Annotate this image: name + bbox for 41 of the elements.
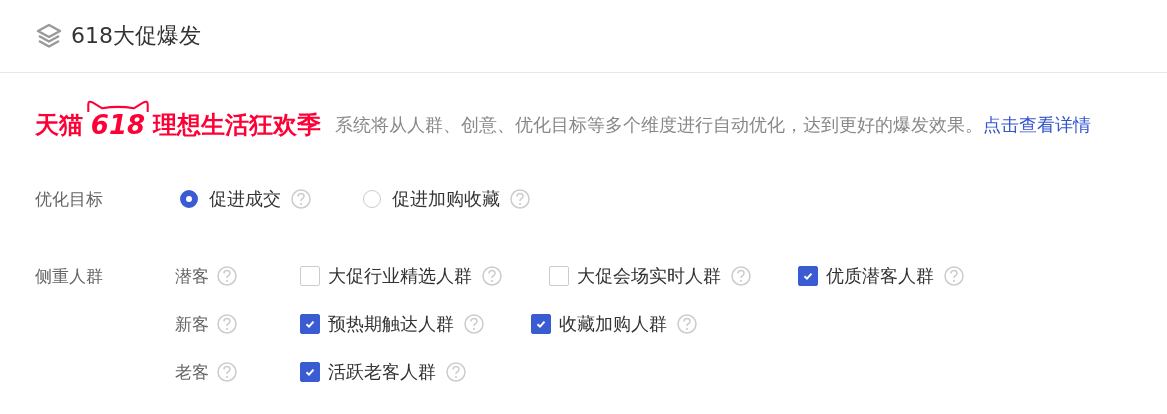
- help-icon[interactable]: [731, 266, 751, 286]
- page-title: 618大促爆发: [71, 22, 201, 50]
- radio-button[interactable]: [180, 190, 198, 208]
- help-icon[interactable]: [482, 266, 502, 286]
- check-icon: [535, 318, 547, 330]
- cat-head-outline-icon: [85, 99, 151, 112]
- checkbox[interactable]: [300, 362, 320, 382]
- checkbox[interactable]: [531, 314, 551, 334]
- option-label[interactable]: 促进成交: [209, 187, 281, 211]
- option-label[interactable]: 优质潜客人群: [826, 264, 934, 288]
- check-icon: [304, 318, 316, 330]
- help-icon[interactable]: [464, 314, 484, 334]
- layers-icon: [35, 22, 63, 50]
- option-label[interactable]: 收藏加购人群: [559, 312, 667, 336]
- description-text: 系统将从人群、创意、优化目标等多个维度进行自动优化，达到更好的爆发效果。: [335, 113, 983, 137]
- logo-brand-text: 天猫: [35, 112, 83, 138]
- option-label[interactable]: 预热期触达人群: [328, 312, 454, 336]
- check-icon: [304, 366, 316, 378]
- help-icon[interactable]: [944, 266, 964, 286]
- group-label: 潜客: [175, 264, 209, 288]
- option-label[interactable]: 大促会场实时人群: [577, 264, 721, 288]
- option-label[interactable]: 促进加购收藏: [392, 187, 500, 211]
- help-icon[interactable]: [291, 189, 311, 209]
- checkbox[interactable]: [300, 314, 320, 334]
- group-label: 新客: [175, 312, 209, 336]
- help-icon[interactable]: [446, 362, 466, 382]
- option-label[interactable]: 活跃老客人群: [328, 360, 436, 384]
- field-label: 优化目标: [35, 188, 104, 211]
- logo-slogan-text: 理想生活狂欢季: [153, 112, 321, 138]
- details-link[interactable]: 点击查看详情: [983, 113, 1091, 137]
- help-icon[interactable]: [217, 362, 237, 382]
- logo-number-text: 618: [90, 112, 146, 138]
- help-icon[interactable]: [677, 314, 697, 334]
- field-label: 侧重人群: [35, 265, 104, 288]
- group-label: 老客: [175, 360, 209, 384]
- help-icon[interactable]: [217, 266, 237, 286]
- option-label[interactable]: 大促行业精选人群: [328, 264, 472, 288]
- check-icon: [802, 270, 814, 282]
- checkbox[interactable]: [798, 266, 818, 286]
- help-icon[interactable]: [510, 189, 530, 209]
- help-icon[interactable]: [217, 314, 237, 334]
